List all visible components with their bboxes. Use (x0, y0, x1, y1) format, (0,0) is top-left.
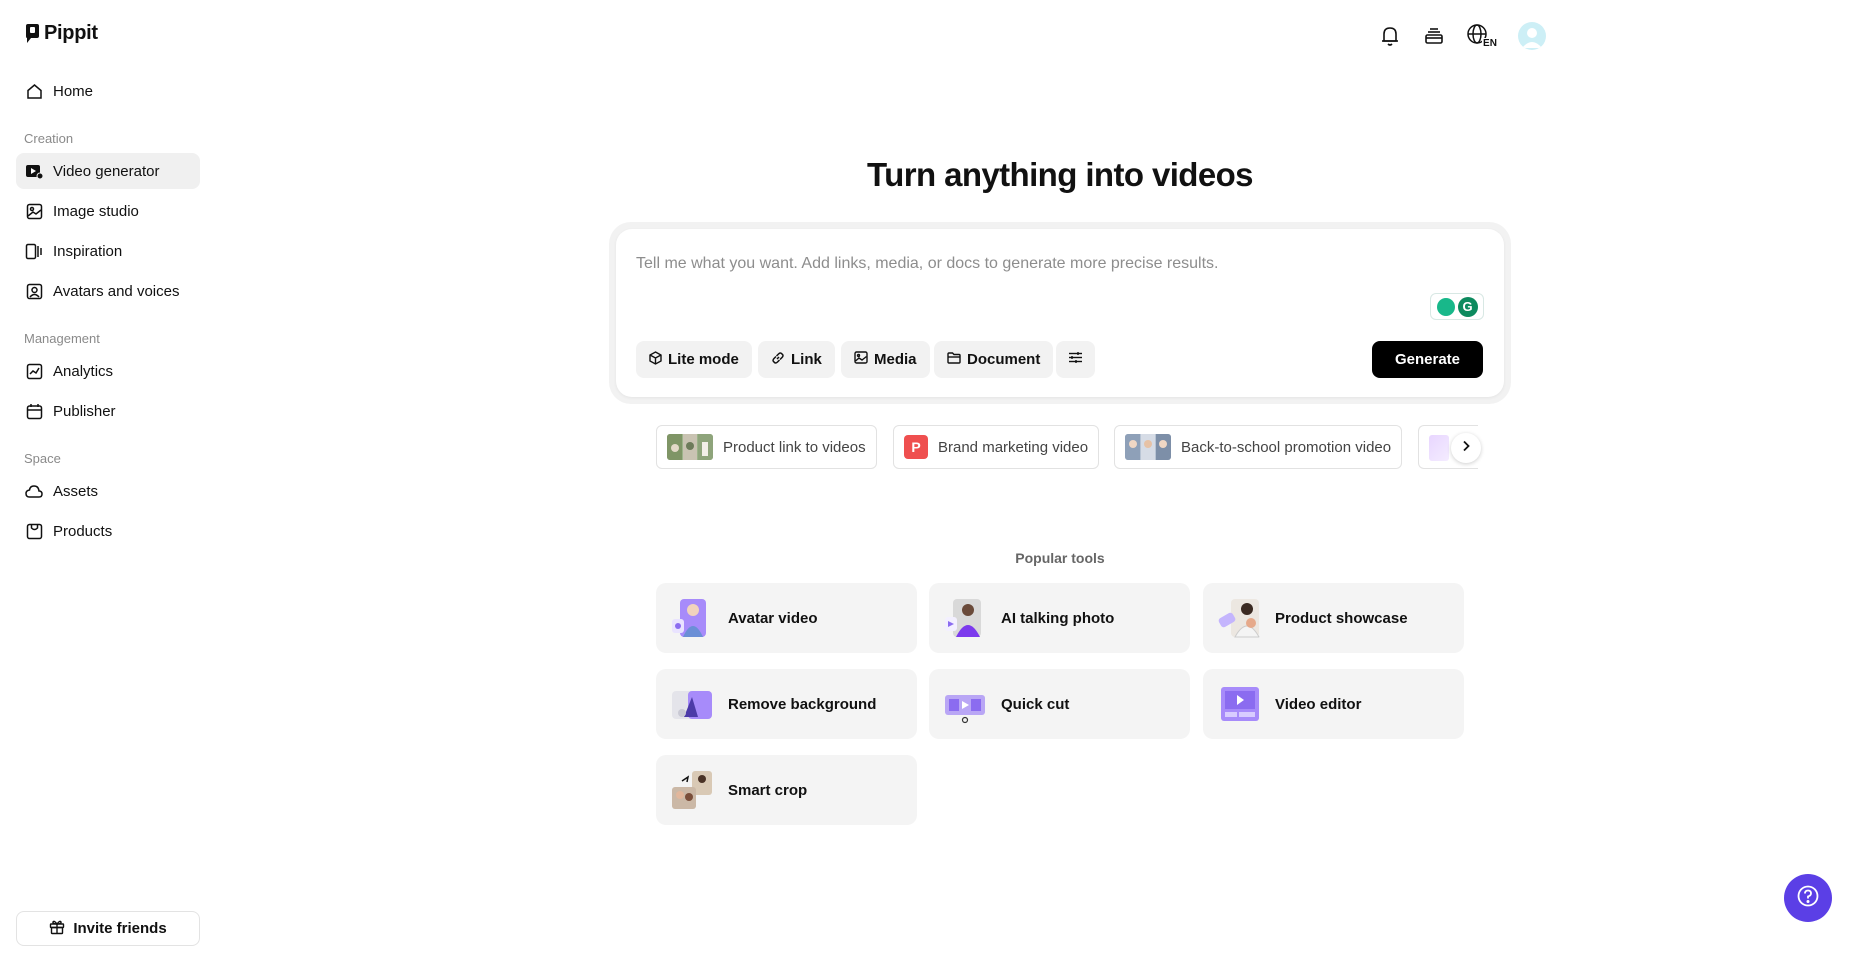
tool-label: Product showcase (1275, 609, 1408, 627)
tool-label: Avatar video (728, 609, 818, 627)
home-icon (25, 82, 43, 100)
header-actions: EN (1378, 22, 1546, 50)
sidebar-item-label: Publisher (53, 402, 116, 420)
app-name: Pippit (44, 22, 98, 44)
sidebar-item-label: Analytics (53, 362, 114, 380)
analytics-icon (25, 362, 43, 380)
bell-icon[interactable] (1378, 24, 1402, 48)
brand-p-icon: P (904, 435, 928, 459)
pippit-logo-icon (26, 24, 39, 43)
user-avatar[interactable] (1518, 22, 1546, 50)
page-title: Turn anything into videos (867, 156, 1253, 193)
gift-icon (49, 919, 65, 939)
cube-icon (649, 350, 662, 369)
back-to-school-thumbnail (1125, 434, 1171, 460)
language-globe-icon[interactable]: EN (1466, 24, 1498, 49)
prompt-composer: Tell me what you want. Add links, media,… (616, 229, 1504, 397)
sidebar-item-publisher[interactable]: Publisher (16, 393, 200, 429)
sidebar-item-home[interactable]: Home (16, 73, 200, 109)
sidebar-item-avatars-and-voices[interactable]: Avatars and voices (16, 273, 200, 309)
popular-tools-heading: Popular tools (1015, 550, 1105, 566)
lite-mode-button[interactable]: Lite mode (636, 341, 752, 378)
inspiration-icon (25, 242, 43, 260)
media-button[interactable]: Media (841, 341, 930, 378)
sidebar: Pippit Home Creation Video generator Ima… (0, 0, 216, 962)
help-question-icon (1796, 884, 1820, 913)
tool-label: Video editor (1275, 695, 1362, 713)
tool-video-editor[interactable]: Video editor (1203, 669, 1464, 739)
tool-avatar-video[interactable]: Avatar video (656, 583, 917, 653)
sidebar-item-label: Avatars and voices (53, 282, 180, 300)
suggestion-product-link[interactable]: Product link to videos (656, 425, 877, 469)
sidebar-item-label: Assets (53, 482, 99, 500)
settings-sliders-button[interactable] (1056, 341, 1095, 378)
quick-cut-thumbnail (943, 683, 987, 725)
tool-label: Remove background (728, 695, 877, 713)
sidebar-item-label: Home (53, 82, 94, 100)
tool-label: Smart crop (728, 781, 808, 799)
subscription-stack-icon[interactable] (1422, 24, 1446, 48)
suggestion-label: Back-to-school promotion video (1181, 438, 1392, 456)
grammarly-widget[interactable]: G (1430, 293, 1484, 320)
generate-button[interactable]: Generate (1372, 341, 1483, 378)
chevron-right-icon (1461, 439, 1471, 457)
avatar-video-thumbnail (670, 597, 714, 639)
suggestion-brand-marketing[interactable]: P Brand marketing video (893, 425, 1100, 469)
product-box-icon (25, 522, 43, 540)
chip-label: Lite mode (668, 351, 739, 368)
suggestion-label: Brand marketing video (938, 438, 1089, 456)
chip-label: Link (791, 351, 822, 368)
invite-friends-button[interactable]: Invite friends (16, 911, 200, 946)
tool-remove-background[interactable]: Remove background (656, 669, 917, 739)
sidebar-item-label: Image studio (53, 202, 139, 220)
invite-friends-label: Invite friends (73, 920, 167, 937)
ai-talking-photo-thumbnail (943, 597, 987, 639)
suggestion-back-to-school[interactable]: Back-to-school promotion video (1114, 425, 1403, 469)
link-icon (771, 351, 785, 369)
avatar-voice-icon (25, 282, 43, 300)
folder-icon (947, 351, 961, 368)
suggestion-thumbnail (1429, 435, 1449, 461)
sidebar-item-image-studio[interactable]: Image studio (16, 193, 200, 229)
lightbulb-icon (1436, 297, 1455, 316)
document-button[interactable]: Document (934, 341, 1054, 378)
tool-ai-talking-photo[interactable]: AI talking photo (929, 583, 1190, 653)
video-editor-thumbnail (1217, 683, 1261, 725)
suggestion-label: Product link to videos (723, 438, 866, 456)
logo[interactable]: Pippit (24, 22, 98, 45)
tool-label: Quick cut (1001, 695, 1070, 713)
section-label-space: Space (24, 451, 61, 466)
link-button[interactable]: Link (758, 341, 835, 378)
language-code: EN (1482, 37, 1498, 49)
tool-smart-crop[interactable]: Smart crop (656, 755, 917, 825)
sidebar-item-inspiration[interactable]: Inspiration (16, 233, 200, 269)
grammarly-icon: G (1457, 296, 1478, 317)
product-showcase-thumbnail (1217, 597, 1261, 639)
tool-product-showcase[interactable]: Product showcase (1203, 583, 1464, 653)
image-studio-icon (25, 202, 43, 220)
sidebar-item-label: Inspiration (53, 242, 123, 260)
tool-quick-cut[interactable]: Quick cut (929, 669, 1190, 739)
section-label-creation: Creation (24, 131, 74, 146)
chip-label: Document (967, 351, 1041, 368)
calendar-icon (25, 402, 43, 420)
image-icon (854, 351, 868, 368)
cloud-icon (25, 482, 43, 500)
sidebar-item-analytics[interactable]: Analytics (16, 353, 200, 389)
sidebar-item-label: Products (53, 522, 113, 540)
smart-crop-thumbnail (670, 769, 714, 811)
sliders-icon (1068, 351, 1083, 368)
product-link-thumbnail (667, 434, 713, 460)
section-label-management: Management (24, 331, 100, 346)
prompt-input[interactable]: Tell me what you want. Add links, media,… (636, 255, 1219, 273)
help-button[interactable] (1784, 874, 1832, 922)
sidebar-item-products[interactable]: Products (16, 513, 200, 549)
sidebar-item-assets[interactable]: Assets (16, 473, 200, 509)
suggestions-next-button[interactable] (1451, 433, 1481, 463)
tool-label: AI talking photo (1001, 609, 1115, 627)
chip-label: Media (874, 351, 917, 368)
remove-background-thumbnail (670, 683, 714, 725)
